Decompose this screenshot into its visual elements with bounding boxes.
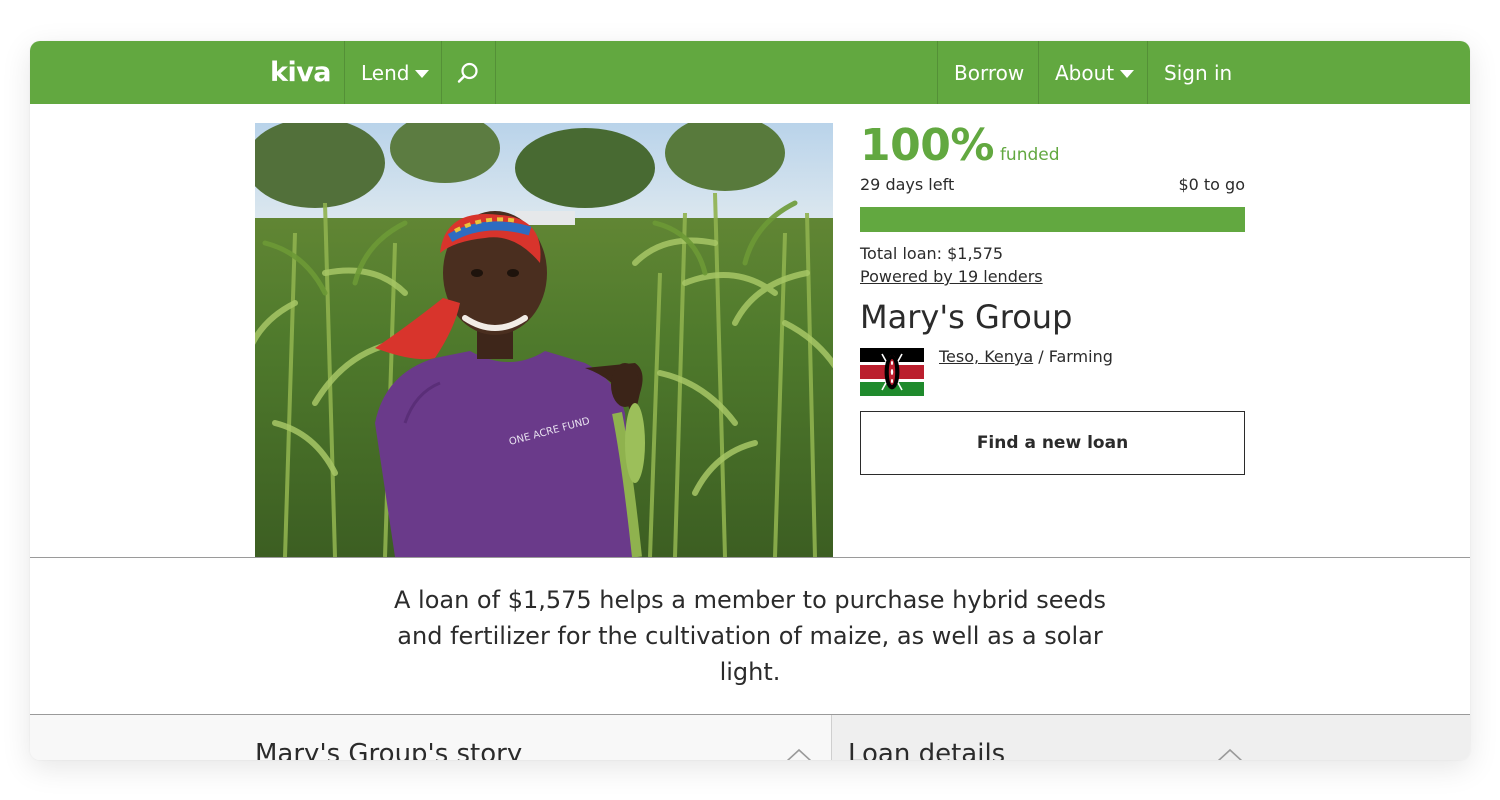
funding-progress-bar <box>860 207 1245 232</box>
nav-divider <box>344 41 345 104</box>
page-window: kiva Lend Borrow About Sign in ONE ACRE … <box>30 41 1470 760</box>
location-sector: Teso, Kenya / Farming <box>939 347 1113 396</box>
loan-summary: A loan of $1,575 helps a member to purch… <box>393 586 1107 686</box>
loan-panel: 100% funded 29 days left $0 to go Total … <box>860 123 1245 475</box>
kenya-flag-icon <box>860 348 924 396</box>
borrow-link[interactable]: Borrow <box>954 41 1024 104</box>
caret-down-icon <box>1120 69 1135 78</box>
caret-down-icon <box>415 69 430 78</box>
divider <box>30 557 1470 558</box>
chevron-up-icon <box>786 748 812 760</box>
search-icon <box>457 62 478 83</box>
nav-divider <box>937 41 938 104</box>
lend-menu[interactable]: Lend <box>361 41 430 104</box>
kiva-logo[interactable]: kiva <box>270 41 332 104</box>
sector-label: Farming <box>1048 347 1113 366</box>
nav-divider <box>1038 41 1039 104</box>
funding-progress-fill <box>860 207 1245 232</box>
search-button[interactable] <box>457 41 479 104</box>
sector-separator: / <box>1033 347 1049 366</box>
funded-status: 100% funded <box>860 123 1245 169</box>
funded-label: funded <box>999 145 1060 165</box>
funded-percent: 100% <box>860 120 994 171</box>
lend-label: Lend <box>361 60 410 85</box>
story-section-header[interactable]: Mary's Group's story <box>30 715 831 760</box>
lenders-link[interactable]: Powered by 19 lenders <box>860 267 1043 287</box>
story-section-title: Mary's Group's story <box>255 739 523 760</box>
about-menu[interactable]: About <box>1055 41 1135 104</box>
top-nav: kiva Lend Borrow About Sign in <box>30 41 1470 104</box>
total-loan: Total loan: $1,575 <box>860 244 1004 263</box>
loan-details-section-header[interactable]: Loan details <box>832 715 1470 760</box>
location-row: Teso, Kenya / Farming <box>860 347 1245 396</box>
nav-divider <box>495 41 496 104</box>
sign-in-link[interactable]: Sign in <box>1164 41 1232 104</box>
loan-details-section-title: Loan details <box>848 739 1006 760</box>
find-new-loan-button[interactable]: Find a new loan <box>860 411 1245 475</box>
location-link[interactable]: Teso, Kenya <box>939 347 1033 366</box>
amount-to-go: $0 to go <box>1178 175 1245 194</box>
borrower-name: Mary's Group <box>860 298 1073 336</box>
borrower-photo-image: ONE ACRE FUND <box>255 123 833 557</box>
borrower-photo: ONE ACRE FUND <box>255 123 833 557</box>
chevron-up-icon <box>1217 748 1243 760</box>
about-label: About <box>1055 60 1115 85</box>
time-remaining-row: 29 days left $0 to go <box>860 175 1245 195</box>
nav-divider <box>441 41 442 104</box>
nav-divider <box>1147 41 1148 104</box>
days-left: 29 days left <box>860 175 955 194</box>
